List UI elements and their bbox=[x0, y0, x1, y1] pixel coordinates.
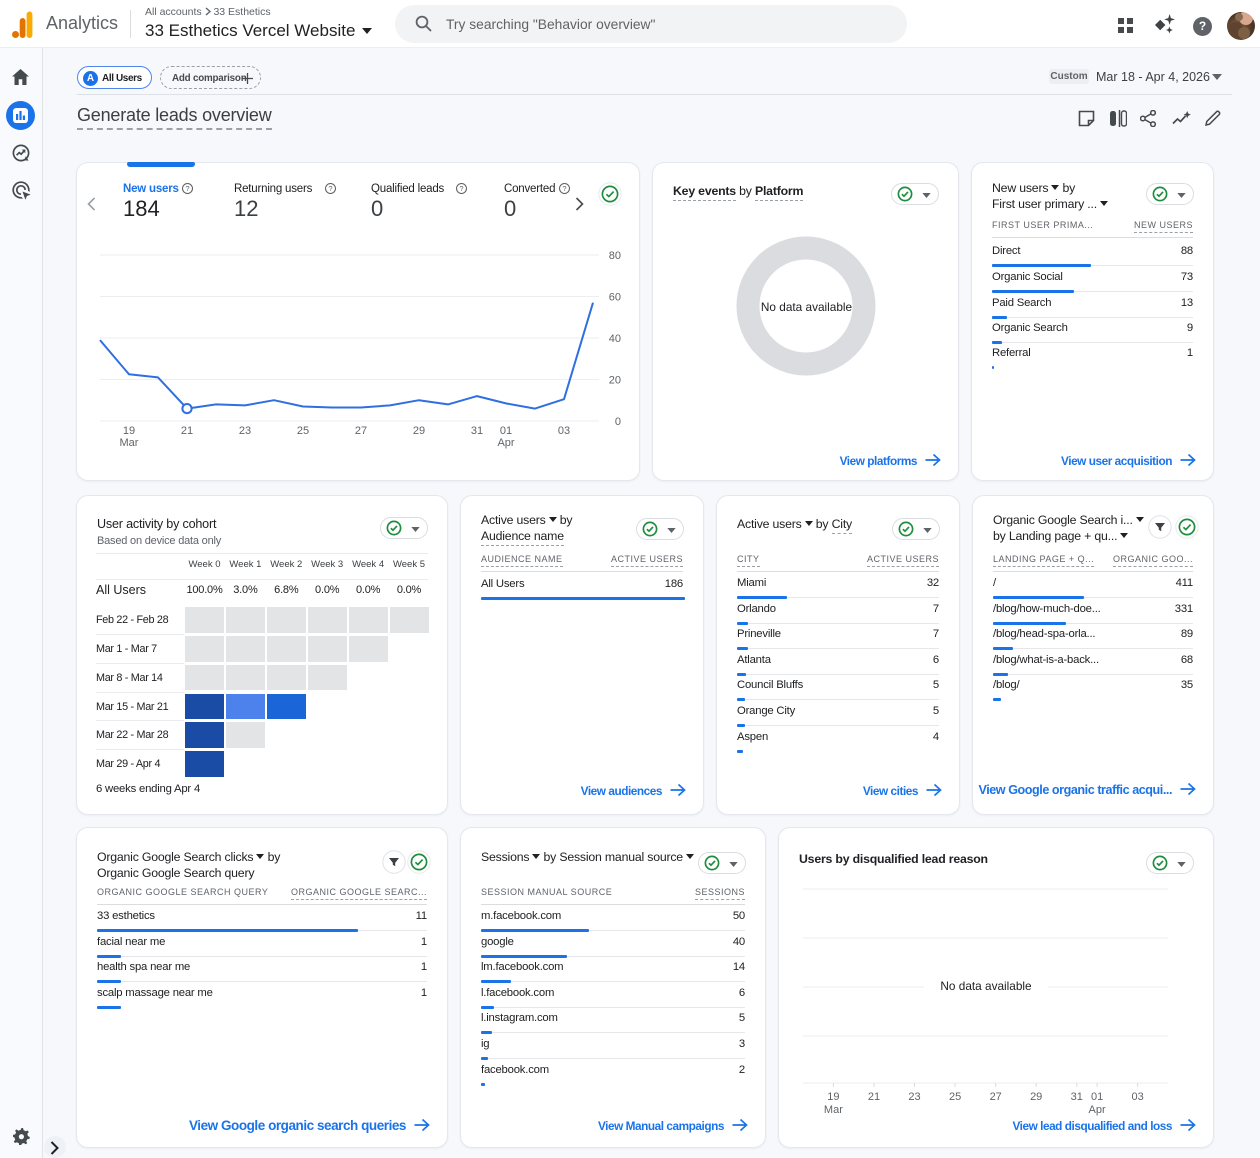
svg-text:21: 21 bbox=[181, 425, 193, 437]
svg-text:01: 01 bbox=[500, 425, 512, 437]
svg-text:29: 29 bbox=[413, 425, 425, 437]
svg-text:20: 20 bbox=[609, 375, 621, 387]
svg-text:Apr: Apr bbox=[497, 437, 514, 449]
svg-text:40: 40 bbox=[609, 333, 621, 345]
svg-text:25: 25 bbox=[949, 1091, 961, 1103]
svg-text:Mar: Mar bbox=[120, 437, 139, 449]
svg-text:29: 29 bbox=[1030, 1091, 1042, 1103]
svg-text:23: 23 bbox=[908, 1091, 920, 1103]
svg-text:01: 01 bbox=[1091, 1091, 1103, 1103]
svg-text:Apr: Apr bbox=[1089, 1104, 1106, 1116]
svg-text:03: 03 bbox=[1131, 1091, 1143, 1103]
svg-text:03: 03 bbox=[558, 425, 570, 437]
svg-text:31: 31 bbox=[471, 425, 483, 437]
svg-text:27: 27 bbox=[355, 425, 367, 437]
svg-text:No data available: No data available bbox=[940, 979, 1032, 993]
svg-text:21: 21 bbox=[868, 1091, 880, 1103]
svg-text:0: 0 bbox=[615, 416, 621, 428]
svg-text:19: 19 bbox=[123, 425, 135, 437]
svg-text:23: 23 bbox=[239, 425, 251, 437]
svg-text:Mar: Mar bbox=[824, 1104, 843, 1116]
svg-text:60: 60 bbox=[609, 292, 621, 304]
svg-text:80: 80 bbox=[609, 250, 621, 262]
svg-text:27: 27 bbox=[990, 1091, 1002, 1103]
svg-text:31: 31 bbox=[1071, 1091, 1083, 1103]
svg-text:25: 25 bbox=[297, 425, 309, 437]
svg-text:19: 19 bbox=[827, 1091, 839, 1103]
